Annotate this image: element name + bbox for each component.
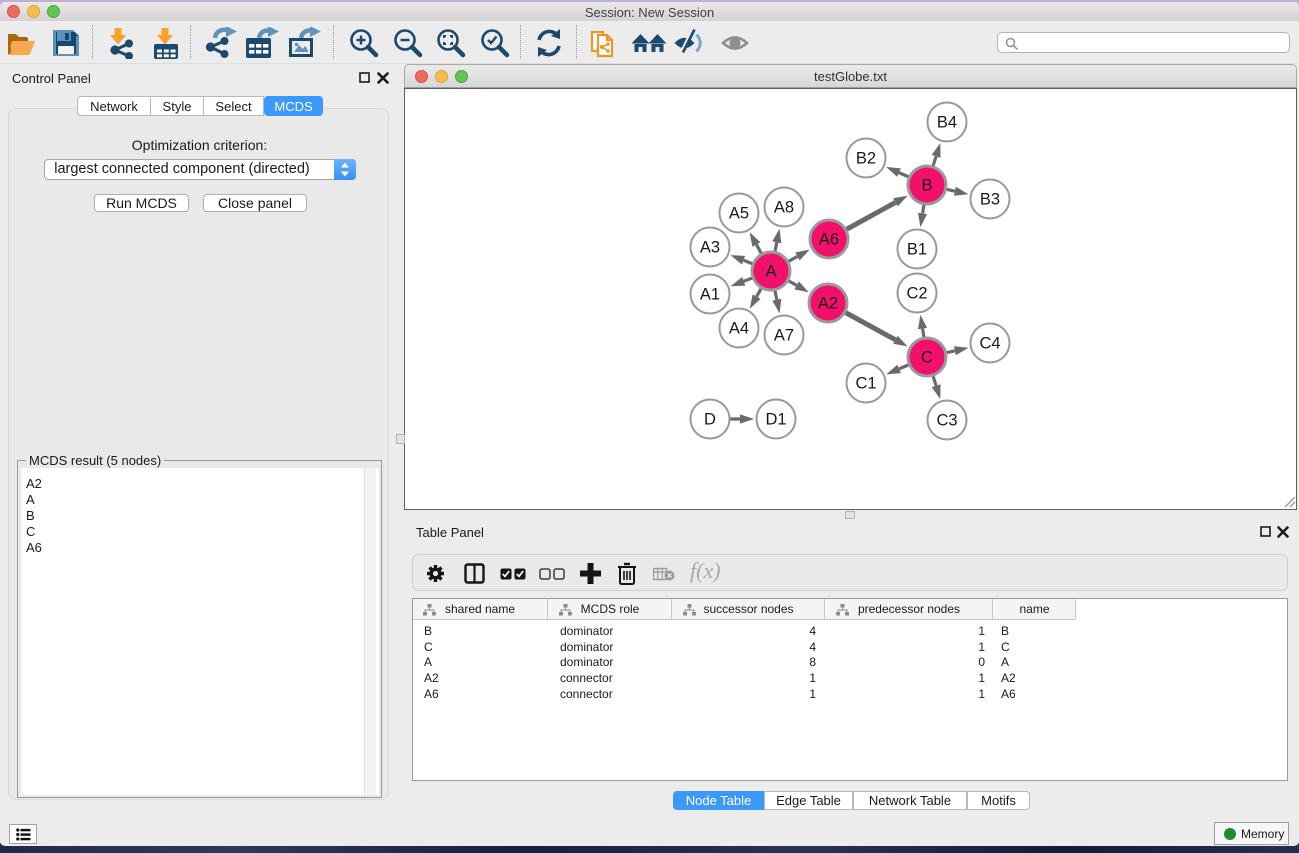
svg-text:B: B — [921, 177, 932, 195]
svg-text:C3: C3 — [936, 412, 957, 430]
svg-text:C1: C1 — [855, 375, 876, 393]
svg-text:A: A — [765, 263, 776, 281]
svg-text:A4: A4 — [729, 320, 749, 338]
svg-text:A2: A2 — [818, 295, 838, 313]
svg-text:A3: A3 — [700, 239, 720, 257]
svg-text:C: C — [921, 349, 933, 367]
svg-text:B3: B3 — [980, 191, 1000, 209]
svg-text:A6: A6 — [819, 231, 839, 249]
svg-text:C2: C2 — [906, 285, 927, 303]
svg-text:A7: A7 — [774, 327, 794, 345]
svg-text:A8: A8 — [774, 199, 794, 217]
svg-text:B1: B1 — [907, 241, 927, 259]
svg-text:B2: B2 — [856, 150, 876, 168]
svg-text:D1: D1 — [765, 411, 786, 429]
svg-text:B4: B4 — [937, 114, 957, 132]
svg-text:C4: C4 — [979, 335, 1000, 353]
svg-text:D: D — [704, 411, 716, 429]
svg-text:A5: A5 — [729, 205, 749, 223]
svg-text:A1: A1 — [700, 286, 720, 304]
